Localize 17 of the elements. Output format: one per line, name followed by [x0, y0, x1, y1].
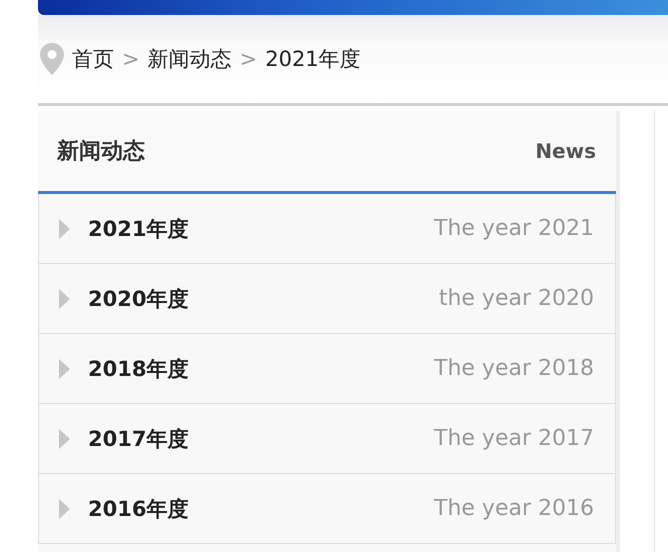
triangle-icon [59, 218, 70, 238]
sidebar-item[interactable]: 2017年度 The year 2017 [38, 404, 616, 474]
sidebar-item[interactable]: 2018年度 The year 2018 [38, 334, 616, 404]
breadcrumb-separator: > [122, 47, 140, 71]
sidebar-title: 新闻动态 [57, 138, 145, 166]
triangle-icon [59, 428, 70, 448]
triangle-icon [59, 288, 70, 308]
sidebar-item[interactable]: 2021年度 The year 2021 [38, 194, 616, 264]
sidebar-subtitle: News [535, 139, 596, 163]
triangle-icon [59, 358, 70, 378]
breadcrumb-link[interactable]: 首页 [72, 45, 114, 73]
sidebar-item[interactable]: 2016年度 The year 2016 [38, 474, 616, 544]
breadcrumb-current: 2021年度 [265, 46, 361, 73]
sidebar-item[interactable]: 2020年度 the year 2020 [38, 264, 616, 334]
breadcrumb-link[interactable]: 新闻动态 [148, 45, 232, 73]
triangle-icon [59, 498, 70, 518]
breadcrumb-separator: > [240, 47, 258, 71]
